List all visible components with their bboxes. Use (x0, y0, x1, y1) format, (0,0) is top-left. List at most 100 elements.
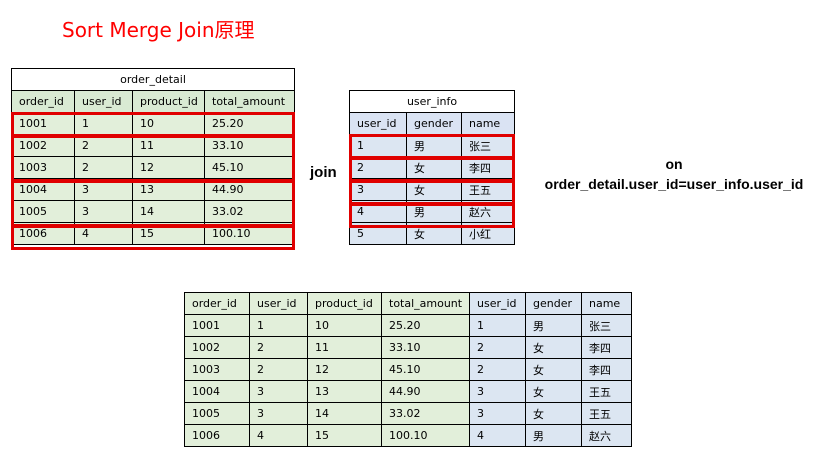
column-header: order_id (11, 90, 75, 113)
table-row: 1006 4 15 100.10 (11, 222, 295, 245)
table-cell: 1004 (184, 380, 250, 403)
table-cell: 3 (74, 200, 133, 223)
table-cell: 1006 (11, 222, 75, 245)
table-cell: 33.02 (204, 200, 295, 223)
table-cell: 3 (349, 178, 407, 201)
join-condition: on order_detail.user_id=user_info.user_i… (524, 154, 820, 194)
table-cell: 1006 (184, 424, 250, 447)
table-row: 1005 3 14 33.02 3 女王五 (184, 402, 632, 425)
table-cell: 女 (525, 336, 582, 359)
table-cell: 女 (525, 358, 582, 381)
table-cell: 3 (74, 178, 133, 201)
column-header: user_id (74, 90, 133, 113)
table-cell: 张三 (460, 134, 516, 157)
table-row: 1003 2 12 45.10 2 女李四 (184, 358, 632, 381)
table-row: 1003 2 12 45.10 (11, 156, 295, 179)
table-cell: 李四 (581, 336, 632, 359)
table-cell: 女 (406, 178, 462, 201)
table-cell: 小红 (460, 222, 516, 245)
table-cell: 3 (469, 380, 526, 403)
table-cell: 王五 (460, 178, 516, 201)
table-cell: 1005 (11, 200, 75, 223)
table-cell: 2 (74, 156, 133, 179)
table-cell: 25.20 (204, 112, 295, 135)
column-header: total_amount (381, 292, 470, 315)
table-cell: 1001 (184, 314, 250, 337)
table-cell: 2 (249, 336, 308, 359)
table-cell: 2 (469, 358, 526, 381)
column-header: gender (406, 112, 462, 135)
table-cell: 15 (307, 424, 382, 447)
user-info-caption: user_info (348, 90, 516, 113)
table-cell: 45.10 (204, 156, 295, 179)
table-cell: 1 (349, 134, 407, 157)
table-cell: 1 (469, 314, 526, 337)
column-header: user_id (249, 292, 308, 315)
table-row: 1004 3 13 44.90 (11, 178, 295, 201)
table-cell: 100.10 (381, 424, 470, 447)
table-cell: 5 (349, 222, 407, 245)
table-cell: 14 (132, 200, 205, 223)
table-cell: 1 (74, 112, 133, 135)
table-row: 1005 3 14 33.02 (11, 200, 295, 223)
table-row: 1006 4 15 100.10 4 男赵六 (184, 424, 632, 447)
table-cell: 3 (249, 402, 308, 425)
table-row: 3 女王五 (349, 178, 516, 201)
table-row: 2 女李四 (349, 156, 516, 179)
order-detail-caption: order_detail (11, 68, 295, 91)
table-cell: 2 (469, 336, 526, 359)
column-header: product_id (132, 90, 205, 113)
table-cell: 王五 (581, 402, 632, 425)
table-cell: 15 (132, 222, 205, 245)
table-cell: 12 (132, 156, 205, 179)
table-cell: 男 (525, 424, 582, 447)
table-cell: 33.02 (381, 402, 470, 425)
table-cell: 33.10 (204, 134, 295, 157)
condition-text: order_detail.user_id=user_info.user_id (544, 176, 804, 192)
table-cell: 12 (307, 358, 382, 381)
table-row: 5 女小红 (349, 222, 516, 245)
table-cell: 25.20 (381, 314, 470, 337)
table-cell: 100.10 (204, 222, 295, 245)
table-cell: 男 (525, 314, 582, 337)
table-row: 1002 2 11 33.10 2 女李四 (184, 336, 632, 359)
table-row: 4 男赵六 (349, 200, 516, 223)
table-cell: 赵六 (460, 200, 516, 223)
join-label: join (310, 164, 337, 181)
table-cell: 10 (307, 314, 382, 337)
table-cell: 4 (74, 222, 133, 245)
table-cell: 1 (249, 314, 308, 337)
table-cell: 1002 (184, 336, 250, 359)
table-cell: 女 (406, 222, 462, 245)
table-cell: 4 (469, 424, 526, 447)
column-header: total_amount (204, 90, 295, 113)
table-cell: 13 (132, 178, 205, 201)
table-cell: 45.10 (381, 358, 470, 381)
table-row: 1001 1 10 25.20 (11, 112, 295, 135)
on-label: on (665, 156, 683, 172)
column-header: gender (525, 292, 582, 315)
table-cell: 2 (249, 358, 308, 381)
table-cell: 1003 (184, 358, 250, 381)
table-cell: 男 (406, 134, 462, 157)
table-cell: 2 (74, 134, 133, 157)
table-cell: 3 (469, 402, 526, 425)
column-header: order_id (184, 292, 250, 315)
table-cell: 李四 (460, 156, 516, 179)
column-header: name (581, 292, 632, 315)
table-cell: 44.90 (204, 178, 295, 201)
table-row: 1001 1 10 25.20 1 男张三 (184, 314, 632, 337)
diagram-title: Sort Merge Join原理 (62, 18, 255, 42)
table-cell: 赵六 (581, 424, 632, 447)
table-row: 1002 2 11 33.10 (11, 134, 295, 157)
table-cell: 11 (307, 336, 382, 359)
table-cell: 王五 (581, 380, 632, 403)
result-table: order_id user_id product_id total_amount… (184, 292, 632, 447)
table-cell: 33.10 (381, 336, 470, 359)
table-cell: 4 (249, 424, 308, 447)
table-row: 1004 3 13 44.90 3 女王五 (184, 380, 632, 403)
column-header: name (460, 112, 516, 135)
user-info-table: user_info user_id gender name 1 男张三 2 女李四 … (348, 90, 516, 245)
column-header: product_id (307, 292, 382, 315)
table-cell: 2 (349, 156, 407, 179)
